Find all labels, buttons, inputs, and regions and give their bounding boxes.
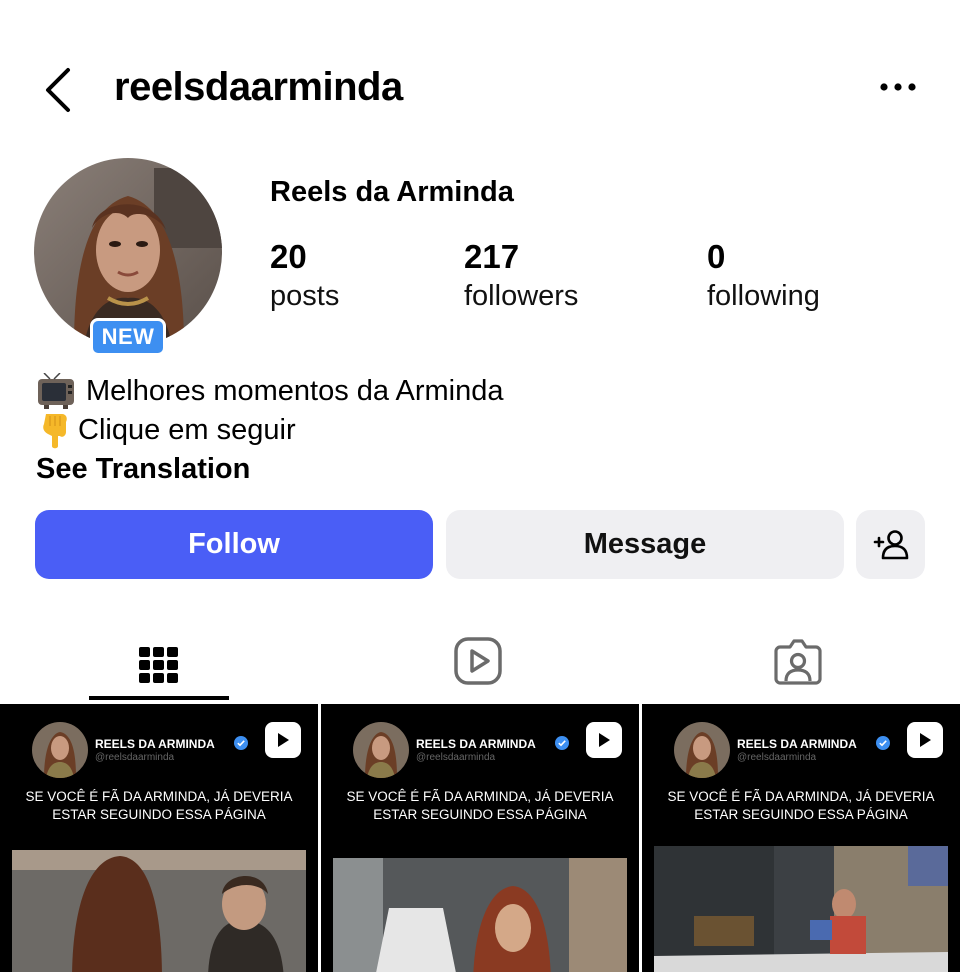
more-options-button[interactable] (872, 72, 924, 102)
post-caption-line-1: SE VOCÊ É FÃ DA ARMINDA, JÁ DEVERIA (346, 789, 614, 804)
stat-followers[interactable]: 217 followers (464, 238, 578, 313)
back-button[interactable] (38, 64, 82, 116)
tab-grid[interactable] (89, 620, 229, 702)
profile-bio: Melhores momentos da Arminda Clique em s… (36, 372, 503, 489)
posts-grid: REELS DA ARMINDA @reelsdaarminda SE VOCÊ… (0, 704, 960, 972)
stat-followers-label: followers (464, 280, 579, 312)
more-horizontal-icon (880, 83, 916, 91)
chevron-left-icon (46, 68, 70, 112)
post-caption-line-1: SE VOCÊ É FÃ DA ARMINDA, JÁ DEVERIA (25, 789, 293, 804)
verified-badge-icon (234, 736, 248, 750)
post-caption: SE VOCÊ É FÃ DA ARMINDA, JÁ DEVERIA ESTA… (0, 788, 318, 824)
bio-text-1: Melhores momentos da Arminda (86, 375, 504, 407)
post-account-handle: @reelsdaarminda (416, 752, 496, 763)
grid-icon (139, 647, 178, 683)
profile-tabs (0, 620, 960, 702)
tab-tagged[interactable] (728, 620, 868, 702)
post-thumbnail (333, 858, 627, 972)
reels-icon (454, 637, 502, 685)
post-play-icon (265, 722, 301, 758)
post-caption-line-2: ESTAR SEGUINDO ESSA PÁGINA (694, 807, 908, 822)
see-translation-link[interactable]: See Translation (36, 450, 503, 489)
post-tile[interactable]: REELS DA ARMINDA @reelsdaarminda SE VOCÊ… (642, 704, 960, 972)
verified-badge-icon (876, 736, 890, 750)
profile-avatar-container[interactable]: NEW (34, 158, 224, 356)
television-emoji-icon (38, 372, 74, 409)
new-badge: NEW (90, 318, 166, 356)
post-account-name: REELS DA ARMINDA (95, 737, 215, 751)
bio-line-2: Clique em seguir (36, 411, 503, 450)
pointing-down-emoji-icon (43, 413, 67, 448)
post-tile[interactable]: REELS DA ARMINDA @reelsdaarminda SE VOCÊ… (321, 704, 639, 972)
stat-followers-count: 217 (464, 238, 520, 275)
post-caption-line-1: SE VOCÊ É FÃ DA ARMINDA, JÁ DEVERIA (667, 789, 935, 804)
verified-badge-icon (555, 736, 569, 750)
post-caption-line-2: ESTAR SEGUINDO ESSA PÁGINA (52, 807, 266, 822)
post-avatar (32, 722, 88, 778)
stat-posts-label: posts (270, 280, 340, 312)
profile-header: reelsdaarminda (0, 50, 960, 130)
post-avatar (674, 722, 730, 778)
post-thumbnail (654, 846, 948, 972)
tab-reels[interactable] (408, 620, 548, 702)
follow-button[interactable]: Follow (35, 510, 433, 579)
add-user-button[interactable] (856, 510, 925, 579)
post-thumbnail (12, 850, 306, 972)
post-caption: SE VOCÊ É FÃ DA ARMINDA, JÁ DEVERIA ESTA… (321, 788, 639, 824)
post-caption-line-2: ESTAR SEGUINDO ESSA PÁGINA (373, 807, 587, 822)
post-play-icon (907, 722, 943, 758)
stat-following-label: following (707, 280, 820, 312)
profile-username: reelsdaarminda (114, 65, 403, 109)
post-account-name: REELS DA ARMINDA (737, 737, 857, 751)
post-account-name: REELS DA ARMINDA (416, 737, 536, 751)
bio-text-2: Clique em seguir (78, 414, 296, 446)
stat-following-count: 0 (707, 238, 726, 275)
display-name: Reels da Arminda (270, 176, 514, 208)
active-tab-indicator (89, 696, 229, 700)
post-account-handle: @reelsdaarminda (737, 752, 817, 763)
post-tile[interactable]: REELS DA ARMINDA @reelsdaarminda SE VOCÊ… (0, 704, 318, 972)
tagged-icon (774, 639, 822, 685)
add-user-icon (873, 529, 908, 559)
message-button[interactable]: Message (446, 510, 844, 579)
bio-line-1: Melhores momentos da Arminda (36, 372, 503, 411)
stat-posts: 20 posts (270, 238, 339, 313)
stat-following[interactable]: 0 following (707, 238, 820, 313)
post-play-icon (586, 722, 622, 758)
stat-posts-count: 20 (270, 238, 307, 275)
post-avatar (353, 722, 409, 778)
post-account-handle: @reelsdaarminda (95, 752, 175, 763)
post-caption: SE VOCÊ É FÃ DA ARMINDA, JÁ DEVERIA ESTA… (642, 788, 960, 824)
